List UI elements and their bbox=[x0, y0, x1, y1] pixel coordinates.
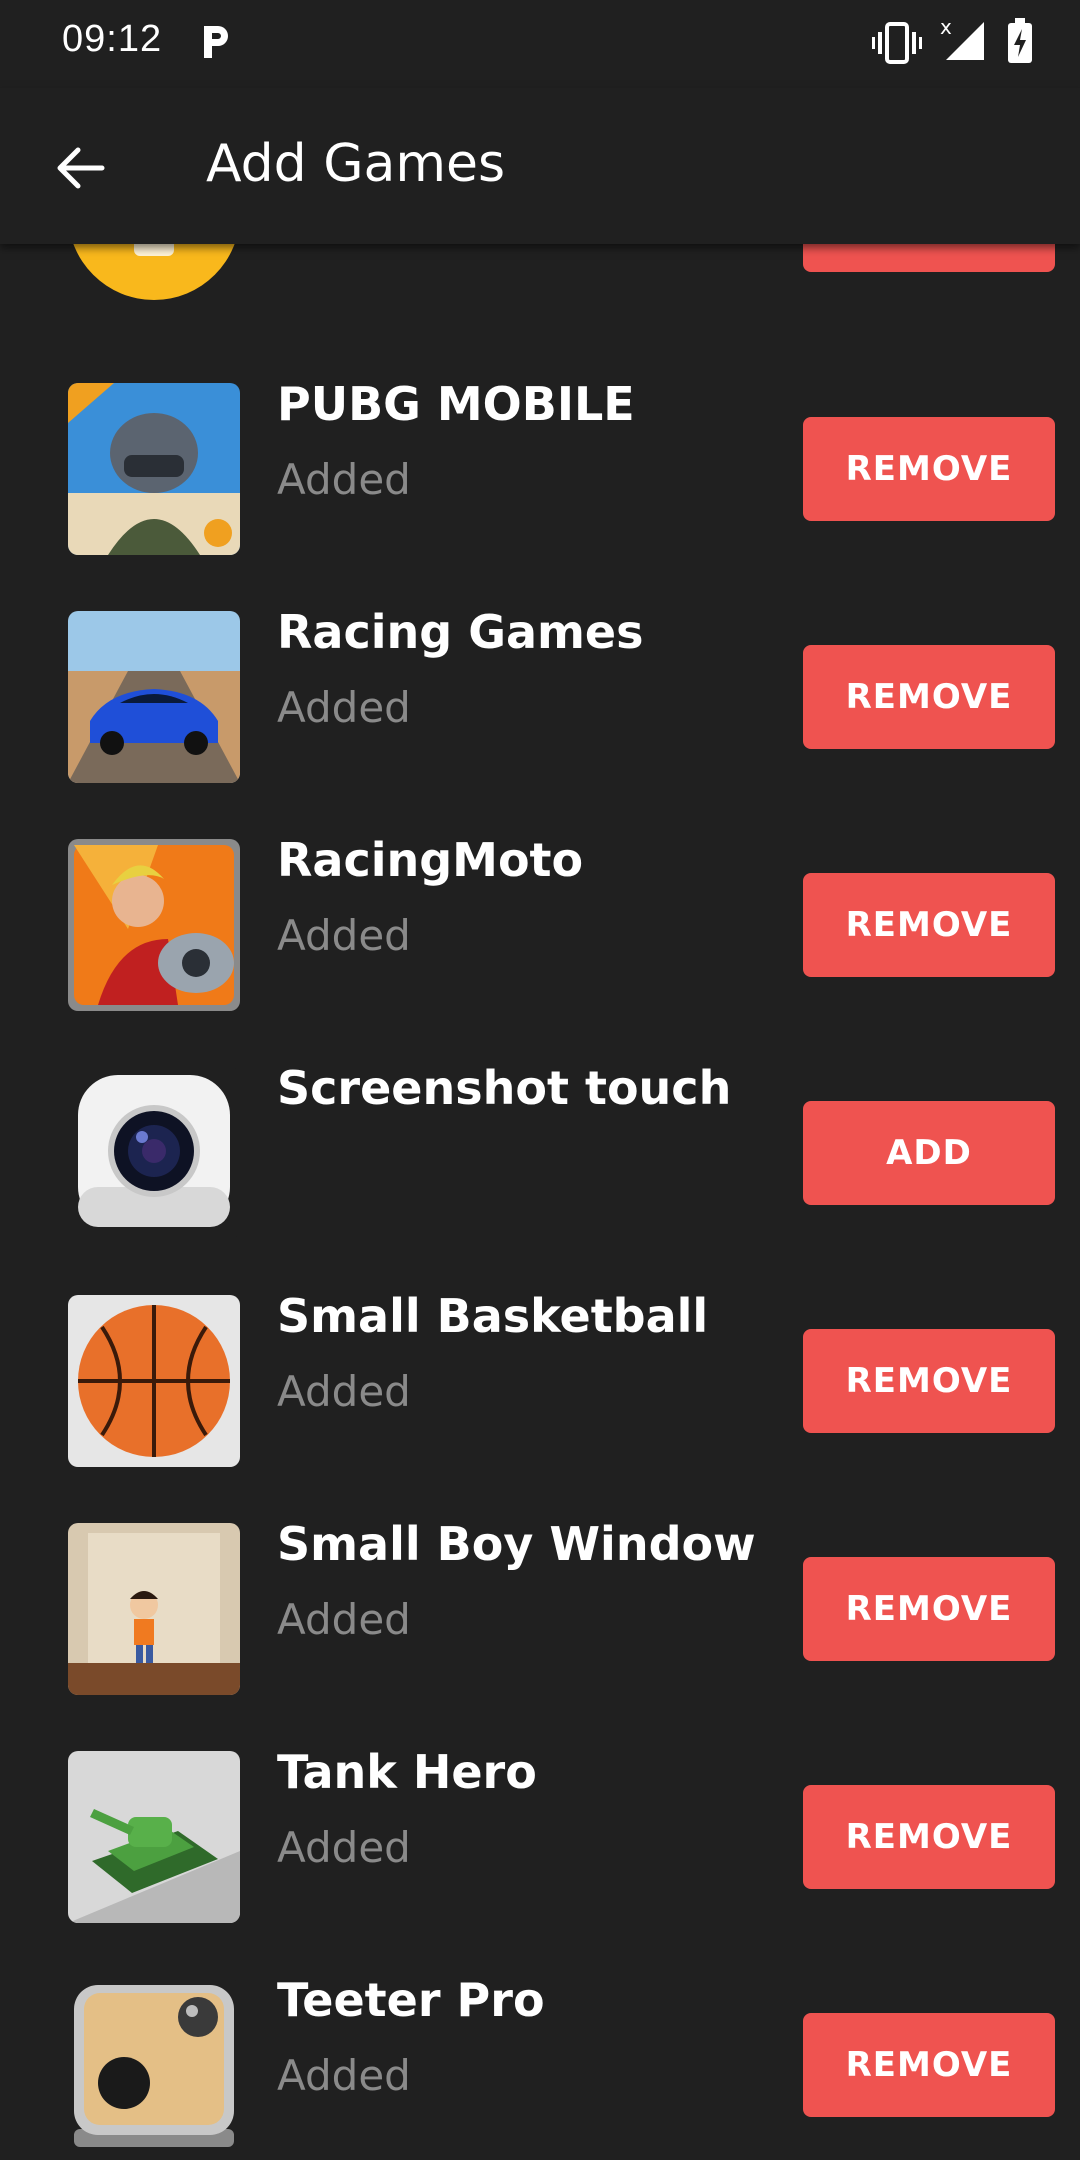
list-item[interactable]: Small Basketball Added REMOVE bbox=[0, 1269, 1080, 1497]
signal-icon: x bbox=[940, 16, 984, 60]
game-name: Small Basketball bbox=[277, 1289, 709, 1343]
svg-text:x: x bbox=[940, 16, 952, 39]
remove-button[interactable]: REMOVE bbox=[803, 645, 1055, 749]
game-status: Added bbox=[277, 455, 411, 504]
list-item[interactable]: Racing Games Added REMOVE bbox=[0, 585, 1080, 813]
racing-moto-icon bbox=[68, 839, 240, 1011]
parking-notification-icon bbox=[204, 26, 228, 58]
status-time: 09:12 bbox=[62, 18, 163, 60]
list-item[interactable]: RacingMoto Added REMOVE bbox=[0, 813, 1080, 1041]
remove-button[interactable]: REMOVE bbox=[803, 1785, 1055, 1889]
remove-button[interactable]: REMOVE bbox=[803, 1329, 1055, 1433]
remove-button[interactable]: REMOVE bbox=[803, 873, 1055, 977]
game-name: RacingMoto bbox=[277, 833, 584, 887]
battery-charging-icon bbox=[1008, 18, 1032, 63]
pubg-icon bbox=[68, 383, 240, 555]
games-list[interactable]: PUBG MOBILE Added REMOVE Racing Games Ad… bbox=[0, 244, 1080, 2160]
game-name: PUBG MOBILE bbox=[277, 377, 635, 431]
teeter-ball-icon bbox=[68, 1979, 240, 2151]
vibrate-icon bbox=[872, 22, 922, 64]
remove-button[interactable] bbox=[803, 244, 1055, 272]
game-name: Tank Hero bbox=[277, 1745, 537, 1799]
add-button[interactable]: ADD bbox=[803, 1101, 1055, 1205]
game-name: Teeter Pro bbox=[277, 1973, 545, 2027]
list-item[interactable]: PUBG MOBILE Added REMOVE bbox=[0, 357, 1080, 585]
app-bar: Add Games bbox=[0, 88, 1080, 244]
tank-icon bbox=[68, 1751, 240, 1923]
game-status: Added bbox=[277, 683, 411, 732]
game-name: Screenshot touch bbox=[277, 1061, 732, 1115]
list-item[interactable]: Tank Hero Added REMOVE bbox=[0, 1725, 1080, 1953]
page-title: Add Games bbox=[206, 134, 506, 194]
back-arrow-icon[interactable] bbox=[52, 140, 108, 196]
list-item[interactable]: Teeter Pro Added REMOVE bbox=[0, 1953, 1080, 2160]
list-item-partial bbox=[0, 244, 1080, 316]
camera-lens-icon bbox=[68, 1067, 240, 1239]
game-status: Added bbox=[277, 911, 411, 960]
racing-car-icon bbox=[68, 611, 240, 783]
remove-button[interactable]: REMOVE bbox=[803, 417, 1055, 521]
list-item[interactable]: Screenshot touch ADD bbox=[0, 1041, 1080, 1269]
app-icon bbox=[68, 244, 240, 300]
game-status: Added bbox=[277, 1595, 411, 1644]
game-status: Added bbox=[277, 2051, 411, 2100]
status-bar: 09:12 x bbox=[0, 0, 1080, 88]
game-name: Racing Games bbox=[277, 605, 644, 659]
game-status: Added bbox=[277, 1367, 411, 1416]
remove-button[interactable]: REMOVE bbox=[803, 2013, 1055, 2117]
basketball-icon bbox=[68, 1295, 240, 1467]
game-status: Added bbox=[277, 1823, 411, 1872]
list-item[interactable]: Small Boy Window Added REMOVE bbox=[0, 1497, 1080, 1725]
game-name: Small Boy Window bbox=[277, 1517, 756, 1571]
small-boy-icon bbox=[68, 1523, 240, 1695]
remove-button[interactable]: REMOVE bbox=[803, 1557, 1055, 1661]
